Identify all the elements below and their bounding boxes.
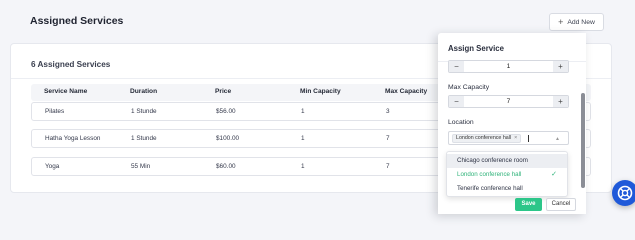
increment-button[interactable]: +: [553, 61, 568, 72]
assign-service-panel: Assign Service − 1 + Max Capacity − 7 + …: [438, 33, 586, 214]
option-label: Chicago conference room: [457, 157, 528, 164]
text-cursor: [528, 135, 529, 142]
help-button[interactable]: [612, 180, 635, 206]
max-capacity-stepper: − 7 +: [448, 95, 569, 108]
panel-title: Assign Service: [448, 44, 504, 53]
option-label: Tenerife conference hall: [457, 185, 523, 192]
service-max-capacity: 7: [386, 163, 390, 170]
cancel-button[interactable]: Cancel: [546, 198, 576, 211]
option-label: London conference hall: [457, 171, 522, 178]
dropdown-option[interactable]: Chicago conference room: [447, 154, 567, 168]
service-min-capacity: 1: [301, 108, 305, 115]
service-price: $60.00: [216, 163, 236, 170]
service-min-capacity: 1: [301, 163, 305, 170]
min-capacity-stepper: − 1 +: [448, 60, 569, 73]
min-capacity-value[interactable]: 1: [464, 61, 553, 72]
service-price: $56.00: [216, 108, 236, 115]
column-min-capacity: Min Capacity: [300, 88, 341, 95]
service-name: Hatha Yoga Lesson: [45, 135, 101, 142]
page-title: Assigned Services: [30, 15, 124, 27]
location-label: Location: [448, 119, 474, 126]
service-price: $100.00: [216, 135, 240, 142]
column-max-capacity: Max Capacity: [385, 88, 428, 95]
check-icon: ✓: [551, 171, 557, 178]
service-max-capacity: 7: [386, 135, 390, 142]
plus-icon: +: [558, 16, 564, 27]
max-capacity-value[interactable]: 7: [464, 96, 553, 107]
decrement-button[interactable]: −: [449, 96, 464, 107]
column-service-name: Service Name: [44, 88, 88, 95]
close-icon[interactable]: ×: [514, 135, 517, 141]
add-new-label: Add New: [567, 18, 595, 26]
service-duration: 1 Stunde: [131, 135, 157, 142]
location-select[interactable]: London conference hall × ▲: [448, 131, 569, 145]
panel-scrollbar[interactable]: [581, 93, 585, 188]
dropdown-option[interactable]: London conference hall ✓: [447, 168, 567, 182]
increment-button[interactable]: +: [553, 96, 568, 107]
tag-label: London conference hall: [456, 135, 512, 141]
location-dropdown: Chicago conference room London conferenc…: [446, 151, 568, 197]
column-price: Price: [215, 88, 232, 95]
service-name: Pilates: [45, 108, 65, 115]
card-title: 6 Assigned Services: [31, 60, 111, 69]
decrement-button[interactable]: −: [449, 61, 464, 72]
selected-location-tag: London conference hall ×: [452, 134, 522, 143]
column-duration: Duration: [130, 88, 158, 95]
dropdown-option[interactable]: Tenerife conference hall: [447, 182, 567, 196]
save-button[interactable]: Save: [515, 198, 542, 211]
add-new-button[interactable]: + Add New: [549, 13, 604, 31]
service-duration: 1 Stunde: [131, 108, 157, 115]
service-min-capacity: 1: [301, 135, 305, 142]
chevron-up-icon[interactable]: ▲: [555, 136, 560, 142]
service-name: Yoga: [45, 163, 60, 170]
lifebuoy-icon: [617, 185, 633, 201]
service-duration: 55 Min: [131, 163, 151, 170]
service-max-capacity: 3: [386, 108, 390, 115]
max-capacity-label: Max Capacity: [448, 84, 490, 91]
